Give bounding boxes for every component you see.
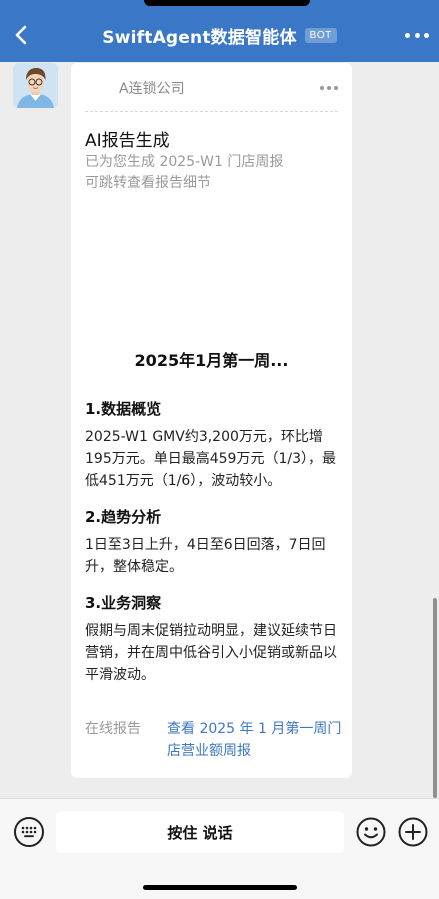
report-title: AI报告生成: [85, 131, 170, 151]
chat-title-group: SwiftAgent数据智能体 BOT: [0, 20, 439, 50]
report-subtitle-line2: 可跳转查看报告细节: [85, 175, 211, 191]
report-sections: 1.数据概览 2025-W1 GMV约3,200万元，环比增195万元。单日最高…: [85, 398, 345, 686]
section-body: 1日至3日上升，4日至6日回落，7日回升，整体稳定。: [85, 537, 326, 575]
report-section: 2.趋势分析 1日至3日上升，4日至6日回落，7日回升，整体稳定。: [85, 506, 345, 578]
emoji-icon: [356, 817, 386, 847]
report-subtitle: 已为您生成 2025-W1 门店周报 可跳转查看报告细节: [85, 152, 345, 194]
avatar[interactable]: [13, 63, 58, 108]
section-heading: 2.趋势分析: [85, 508, 162, 526]
more-icon: [320, 85, 324, 90]
home-indicator[interactable]: [143, 885, 297, 890]
section-heading: 1.数据概览: [85, 400, 162, 418]
avatar-image: [13, 63, 58, 108]
more-button[interactable]: [405, 25, 429, 45]
more-icon-dot: [334, 85, 338, 90]
report-section: 3.业务洞察 假期与周末促销拉动明显，建议延续节日营销，并在周中低谷引入小促销或…: [85, 592, 345, 686]
input-bar: 按住 说话: [0, 798, 439, 899]
keyboard-icon: [21, 826, 37, 838]
add-button[interactable]: [398, 817, 428, 847]
report-section: 1.数据概览 2025-W1 GMV约3,200万元，环比增195万元。单日最高…: [85, 398, 345, 492]
report-card[interactable]: A连锁公司 AI报告生成 已为您生成 2025-W1 门店周报 可跳转查看报告细…: [71, 63, 352, 778]
section-heading: 3.业务洞察: [85, 594, 162, 612]
plus-icon: [398, 817, 428, 847]
keyboard-toggle-button[interactable]: [14, 817, 44, 847]
section-body: 2025-W1 GMV约3,200万元，环比增195万元。单日最高459万元（1…: [85, 429, 336, 489]
device-notch: [144, 0, 310, 6]
more-icon: [405, 32, 410, 38]
more-icon-dot: [414, 32, 420, 38]
report-subtitle-line1: 已为您生成 2025-W1 门店周报: [85, 154, 284, 170]
section-body: 假期与周末促销拉动明显，建议延续节日营销，并在周中低谷引入小促销或新品以平滑波动…: [85, 623, 337, 683]
more-icon-dot: [424, 32, 429, 38]
card-divider: [85, 111, 338, 112]
card-header: A连锁公司: [71, 63, 352, 111]
emoji-button[interactable]: [356, 817, 386, 847]
online-report-label: 在线报告: [85, 721, 141, 737]
card-more-button[interactable]: [320, 85, 338, 90]
report-link[interactable]: 查看 2025 年 1 月第一周门店营业额周报: [167, 718, 345, 762]
chat-title: SwiftAgent数据智能体: [102, 27, 297, 48]
report-preview-title[interactable]: 2025年1月第一周...: [71, 347, 352, 371]
scrollbar[interactable]: [433, 598, 437, 798]
more-icon-dot: [327, 85, 331, 90]
bot-badge: BOT: [304, 27, 337, 43]
company-name: A连锁公司: [119, 81, 185, 97]
chat-header: SwiftAgent数据智能体 BOT: [0, 0, 439, 62]
hold-to-talk-button[interactable]: 按住 说话: [56, 811, 344, 853]
